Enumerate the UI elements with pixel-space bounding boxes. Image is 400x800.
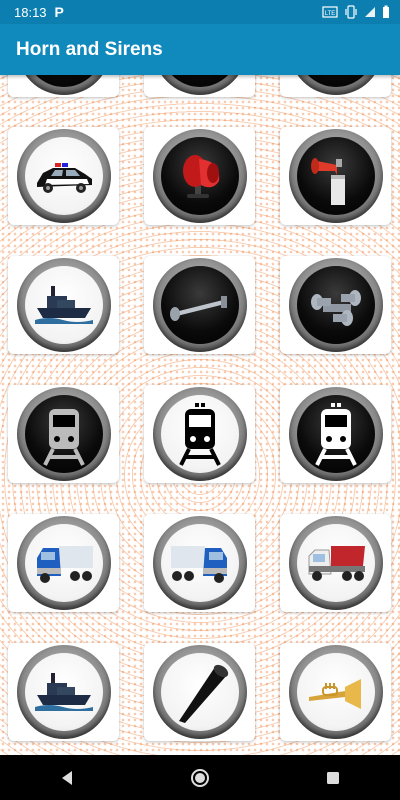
sound-tile-red-horn[interactable]	[144, 127, 255, 225]
app-title: Horn and Sirens	[16, 38, 163, 60]
sound-tile-blue-truck-1[interactable]	[8, 514, 119, 612]
status-bar: 18:13 P LTE	[0, 0, 400, 24]
train-icon	[42, 409, 85, 466]
sound-tile-triple-horn[interactable]	[280, 256, 391, 354]
vuvuzela-icon	[178, 664, 228, 723]
p-icon: P	[54, 4, 64, 20]
volte-icon: LTE	[322, 6, 338, 18]
status-time: 18:13	[14, 4, 47, 20]
sound-tile-partial-1[interactable]	[8, 75, 119, 97]
blue-truck-icon	[36, 546, 93, 583]
sound-grid[interactable]	[0, 75, 400, 755]
tugboat-icon	[34, 673, 93, 711]
signal-icon	[365, 7, 375, 17]
sound-tile-dump-truck[interactable]	[280, 514, 391, 612]
recents-icon[interactable]	[322, 767, 344, 789]
battery-icon	[383, 5, 389, 18]
sound-tile-partial-3[interactable]	[280, 75, 391, 97]
trumpet-icon	[308, 679, 361, 709]
black-face-icon	[296, 75, 375, 87]
sound-tile-train-horn[interactable]	[144, 256, 255, 354]
tugboat-icon	[34, 286, 93, 324]
sound-tile-vuvuzela[interactable]	[144, 643, 255, 741]
sound-tile-trumpet[interactable]	[280, 643, 391, 741]
status-icons: LTE	[322, 5, 390, 19]
app-bar: Horn and Sirens	[0, 24, 400, 75]
svg-text:LTE: LTE	[325, 11, 336, 17]
navigation-bar	[0, 755, 400, 800]
train-icon	[314, 403, 357, 466]
vibrate-icon	[345, 5, 357, 19]
sound-tile-train-white[interactable]	[280, 385, 391, 483]
sound-tile-partial-2[interactable]	[144, 75, 255, 97]
sound-tile-blue-truck-2[interactable]	[144, 514, 255, 612]
sound-tile-air-horn-can[interactable]	[280, 127, 391, 225]
sound-tile-train-black[interactable]	[144, 385, 255, 483]
train-horn-icon	[169, 296, 227, 321]
air-horn-can-icon	[310, 158, 345, 205]
dump-truck-icon	[308, 546, 365, 581]
sound-tile-police-car[interactable]	[8, 127, 119, 225]
black-face-icon	[160, 75, 239, 87]
blue-truck-icon	[170, 546, 227, 583]
police-car-icon	[36, 163, 92, 193]
triple-horn-icon	[310, 290, 361, 326]
red-horn-icon	[182, 155, 219, 198]
sound-tile-tugboat[interactable]	[8, 256, 119, 354]
back-icon[interactable]	[56, 767, 78, 789]
sound-tile-tugboat-2[interactable]	[8, 643, 119, 741]
home-icon[interactable]	[189, 767, 211, 789]
sound-tile-train-grey[interactable]	[8, 385, 119, 483]
train-icon	[178, 403, 221, 466]
black-face-icon	[24, 75, 103, 87]
